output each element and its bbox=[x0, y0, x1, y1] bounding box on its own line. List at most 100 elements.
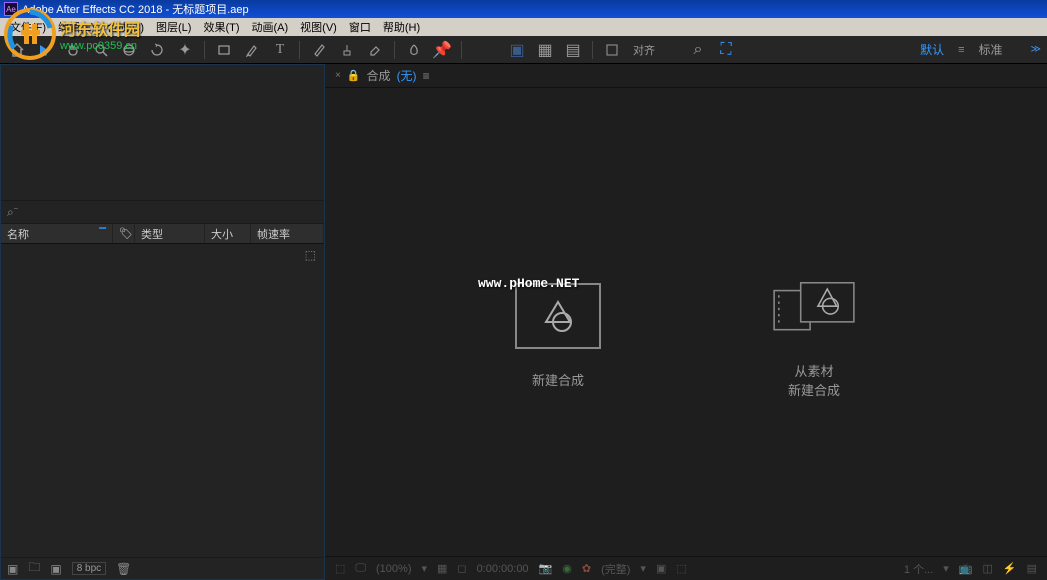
zoom-level[interactable]: (100%) bbox=[376, 563, 411, 575]
timeline-icon[interactable]: ▤ bbox=[1027, 562, 1037, 575]
project-preview-area bbox=[1, 65, 324, 200]
tool-separator bbox=[299, 41, 300, 59]
from-footage-label: 从素材 新建合成 bbox=[788, 362, 840, 401]
workspace-more-icon[interactable]: ≫ bbox=[1031, 44, 1041, 55]
snap-icon[interactable]: ⛶ bbox=[715, 39, 737, 61]
new-composition-button[interactable]: 新建合成 bbox=[515, 283, 601, 391]
align-label: 对齐 bbox=[633, 42, 655, 58]
menu-effect[interactable]: 效果(T) bbox=[197, 19, 245, 35]
comp-tab-bar: × 🔒 合成 (无) ≡ bbox=[325, 64, 1047, 88]
anchor-tool[interactable]: ✦ bbox=[174, 39, 196, 61]
project-footer: ▣ 🗀 ▣ 8 bpc 🗑 bbox=[1, 557, 324, 579]
menu-view[interactable]: 视图(V) bbox=[294, 19, 343, 35]
layers-icon[interactable]: ▤ bbox=[562, 39, 584, 61]
menu-animation[interactable]: 动画(A) bbox=[246, 19, 295, 35]
pen-tool[interactable] bbox=[241, 39, 263, 61]
selection-tool[interactable] bbox=[34, 39, 56, 61]
project-columns: 名称▔ 🏷 类型 大小 帧速率 bbox=[1, 224, 324, 244]
tool-separator bbox=[461, 41, 462, 59]
channel-icon[interactable]: ◉ bbox=[562, 562, 572, 575]
tool-separator bbox=[204, 41, 205, 59]
project-tree[interactable]: ⬚ bbox=[1, 244, 324, 557]
comp-none-link[interactable]: (无) bbox=[397, 67, 417, 84]
sort-arrow-icon: ▔ bbox=[99, 228, 106, 239]
pixel-aspect-icon[interactable]: ◫ bbox=[982, 562, 992, 575]
comp-tab-label: 合成 bbox=[367, 67, 391, 84]
magnify-icon[interactable]: ⬚ bbox=[335, 562, 345, 575]
menu-layer[interactable]: 图层(L) bbox=[150, 19, 197, 35]
mask-btn[interactable]: ◻ bbox=[457, 562, 466, 575]
new-comp-icon[interactable]: ▣ bbox=[50, 562, 61, 576]
zoom-tool[interactable] bbox=[90, 39, 112, 61]
workspace-menu-icon[interactable]: ≡ bbox=[958, 44, 964, 56]
footer-sep: ▾ bbox=[943, 562, 949, 575]
menubar: 文件(F) 编辑(E) 合成(C) 图层(L) 效果(T) 动画(A) 视图(V… bbox=[0, 18, 1047, 36]
tool-separator bbox=[592, 41, 593, 59]
search-input[interactable] bbox=[22, 206, 318, 218]
column-type[interactable]: 类型 bbox=[135, 224, 205, 243]
workspace-default[interactable]: 默认 bbox=[920, 41, 944, 58]
text-tool[interactable]: T bbox=[269, 39, 291, 61]
rectangle-tool[interactable] bbox=[213, 39, 235, 61]
puppet-tool[interactable]: 📌 bbox=[431, 39, 453, 61]
menu-edit[interactable]: 编辑(E) bbox=[52, 19, 101, 35]
lock-icon[interactable]: 🔒 bbox=[347, 69, 361, 82]
new-comp-label: 新建合成 bbox=[532, 371, 584, 391]
bpc-indicator[interactable]: 8 bpc bbox=[72, 562, 106, 575]
snapshot-icon[interactable]: 📷 bbox=[539, 562, 553, 575]
menu-help[interactable]: 帮助(H) bbox=[377, 19, 426, 35]
clone-tool[interactable] bbox=[336, 39, 358, 61]
workspace-standard[interactable]: 标准 bbox=[979, 41, 1003, 58]
footer-sep: ▾ bbox=[421, 562, 427, 575]
tool-separator bbox=[394, 41, 395, 59]
quality-label[interactable]: (完整) bbox=[601, 561, 630, 577]
column-fps[interactable]: 帧速率 bbox=[251, 224, 324, 243]
menu-file[interactable]: 文件(F) bbox=[4, 19, 52, 35]
fast-preview-icon[interactable]: ⚡ bbox=[1003, 562, 1017, 575]
new-from-footage-button[interactable]: 从素材 新建合成 bbox=[771, 274, 857, 401]
view-icon2[interactable]: ⬚ bbox=[676, 562, 686, 575]
project-search[interactable]: ⌕⁻ bbox=[1, 200, 324, 224]
comp-body: 新建合成 从素材 新建合成 bbox=[325, 88, 1047, 556]
flowchart-icon[interactable]: ⬚ bbox=[305, 248, 316, 262]
titlebar: Ae Adobe After Effects CC 2018 - 无标题项目.a… bbox=[0, 0, 1047, 18]
footer-sep: ▾ bbox=[640, 562, 646, 575]
footage-graphic-icon bbox=[771, 274, 857, 340]
close-tab-icon[interactable]: × bbox=[335, 70, 341, 81]
eraser-tool[interactable] bbox=[364, 39, 386, 61]
interpret-icon[interactable]: ▣ bbox=[7, 562, 18, 576]
panel-menu-icon[interactable]: ≡ bbox=[423, 69, 430, 83]
column-name[interactable]: 名称▔ bbox=[1, 224, 113, 243]
hand-tool[interactable] bbox=[62, 39, 84, 61]
column-tag[interactable]: 🏷 bbox=[113, 224, 135, 243]
person-icon[interactable]: ▣ bbox=[506, 39, 528, 61]
grid-btn[interactable]: ▦ bbox=[437, 562, 447, 575]
timecode[interactable]: 0:00:00:00 bbox=[477, 563, 529, 575]
aperture-icon[interactable]: ✿ bbox=[582, 562, 591, 575]
camera-count[interactable]: 1 个... bbox=[904, 561, 933, 577]
view-icon[interactable]: ▣ bbox=[656, 562, 666, 575]
app-icon: Ae bbox=[4, 2, 18, 16]
tag-icon: 🏷 bbox=[119, 227, 133, 240]
home-icon[interactable] bbox=[6, 39, 28, 61]
orbit-tool[interactable] bbox=[118, 39, 140, 61]
composition-panel: × 🔒 合成 (无) ≡ 新建合成 bbox=[325, 64, 1047, 580]
brush-tool[interactable] bbox=[308, 39, 330, 61]
rotation-tool[interactable] bbox=[146, 39, 168, 61]
toolbar: ✦ T 📌 ▣ ▦ ▤ 对齐 ⌕ ⛶ 默认 ≡ 标准 ≫ bbox=[0, 36, 1047, 64]
grid-icon[interactable]: ▦ bbox=[534, 39, 556, 61]
folder-icon[interactable]: 🗀 bbox=[28, 558, 40, 579]
window-title: Adobe After Effects CC 2018 - 无标题项目.aep bbox=[22, 1, 249, 17]
menu-composition[interactable]: 合成(C) bbox=[101, 19, 150, 35]
search-toggle-icon[interactable]: ⌕ bbox=[687, 39, 709, 61]
comp-footer: ⬚ 🖵 (100%) ▾ ▦ ◻ 0:00:00:00 📷 ◉ ✿ (完整) ▾… bbox=[325, 556, 1047, 580]
search-icon: ⌕⁻ bbox=[7, 205, 18, 220]
display-icon[interactable]: 🖵 bbox=[355, 562, 366, 575]
roto-tool[interactable] bbox=[403, 39, 425, 61]
view-options-icon[interactable]: 📺 bbox=[959, 562, 973, 575]
trash-icon[interactable]: 🗑 bbox=[116, 562, 131, 576]
menu-window[interactable]: 窗口 bbox=[343, 19, 377, 35]
snap-checkbox[interactable] bbox=[601, 39, 623, 61]
column-size[interactable]: 大小 bbox=[205, 224, 251, 243]
project-panel: ⌕⁻ 名称▔ 🏷 类型 大小 帧速率 ⬚ ▣ 🗀 ▣ 8 bpc 🗑 bbox=[0, 64, 325, 580]
